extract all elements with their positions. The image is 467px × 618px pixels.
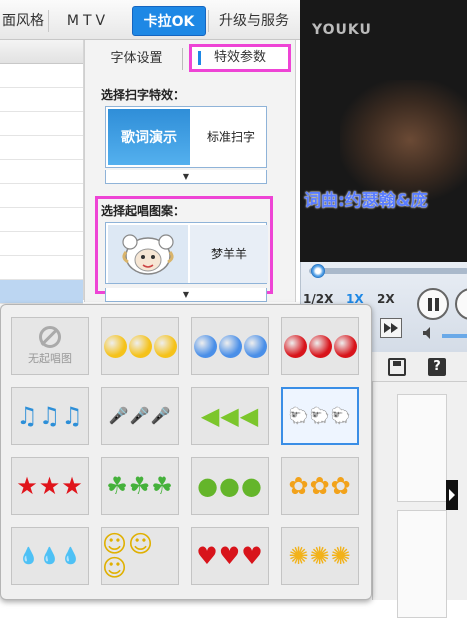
fast-forward-button[interactable] [380, 318, 402, 338]
video-preview: YOUKU 词曲:约瑟翰&庞 [300, 0, 467, 262]
pattern-option-green-apples[interactable]: ●●● [191, 457, 269, 515]
scroll-effect-select[interactable]: 歌词演示 标准扫字 [105, 106, 267, 168]
start-pattern-value: 梦羊羊 [190, 225, 268, 283]
blue-dots-icon [193, 334, 267, 358]
speed-2x-button[interactable]: 2X [377, 292, 395, 306]
no-symbol-icon [39, 326, 61, 348]
scroll-effect-title: 选择扫字特效： [101, 88, 186, 102]
side-tile[interactable] [397, 394, 447, 502]
pattern-option-smileys[interactable]: ☺☺☺ [101, 527, 179, 585]
lyric-line: 词曲:约瑟翰&庞 [304, 191, 428, 211]
tab-effect-params[interactable]: 特效参数 [189, 44, 291, 72]
start-pattern-title: 选择起唱图案： [101, 204, 186, 218]
pattern-none-label: 无起唱图 [28, 352, 72, 365]
pattern-option-suns[interactable]: ✺✺✺ [281, 527, 359, 585]
pattern-option-water-drops[interactable]: 💧💧💧 [11, 527, 89, 585]
water-drops-icon: 💧💧💧 [18, 546, 82, 565]
list-item[interactable] [0, 112, 83, 136]
list-item[interactable] [0, 136, 83, 160]
pattern-option-music-notes[interactable]: ♫♫♫ [11, 387, 89, 445]
tab-separator [48, 10, 49, 32]
start-pattern-popup: 无起唱图 ♫♫♫ 🎤🎤🎤 ◀◀◀ 🐑🐑🐑 ★★★ ☘☘☘ ●●● ✿✿✿ 💧💧💧 ☺☺☺ ♥♥♥ ✺✺✺ [0, 304, 372, 600]
tab-font-settings[interactable]: 字体设置 [91, 48, 183, 70]
chevron-down-icon[interactable]: ▼ [105, 170, 267, 184]
clovers-icon: ☘☘☘ [106, 472, 174, 500]
side-toolbar: ? [372, 352, 467, 382]
orange-flowers-icon: ✿✿✿ [288, 472, 352, 500]
seek-handle[interactable] [311, 264, 325, 278]
yellow-dots-icon [103, 334, 177, 358]
pattern-option-clovers[interactable]: ☘☘☘ [101, 457, 179, 515]
save-icon[interactable] [388, 358, 406, 376]
pattern-option-microphones[interactable]: 🎤🎤🎤 [101, 387, 179, 445]
red-stars-icon: ★★★ [16, 472, 84, 500]
pattern-option-red-hearts[interactable]: ♥♥♥ [191, 527, 269, 585]
pattern-option-none[interactable]: 无起唱图 [11, 317, 89, 375]
tab-separator [208, 10, 209, 32]
start-pattern-select[interactable]: 梦羊羊 [105, 222, 268, 284]
pattern-option-orange-flowers[interactable]: ✿✿✿ [281, 457, 359, 515]
sheep-icon [108, 225, 188, 283]
green-arrows-icon: ◀◀◀ [200, 402, 260, 430]
list-item[interactable] [0, 88, 83, 112]
list-item-selected[interactable] [0, 280, 83, 304]
sheep-heads-icon: 🐑🐑🐑 [288, 406, 352, 425]
pattern-option-blue-dots[interactable] [191, 317, 269, 375]
list-item[interactable] [0, 184, 83, 208]
left-list [0, 40, 84, 304]
suns-icon: ✺✺✺ [288, 542, 352, 570]
expand-arrow-icon[interactable] [446, 480, 458, 510]
video-frame [340, 80, 467, 200]
chevron-down-icon[interactable]: ▼ [105, 288, 267, 302]
tab-interface-style[interactable]: 面风格 [0, 6, 46, 36]
list-item[interactable] [0, 208, 83, 232]
tab-karaoke[interactable]: 卡拉OK [132, 6, 206, 36]
pause-button[interactable] [417, 288, 449, 320]
volume-icon[interactable] [422, 326, 436, 340]
scroll-effect-thumbnail: 歌词演示 [108, 109, 190, 165]
tab-mtv[interactable]: MTV [50, 6, 126, 36]
pattern-option-sheep-heads[interactable]: 🐑🐑🐑 [281, 387, 359, 445]
green-apples-icon: ●●● [197, 472, 263, 500]
scroll-effect-value: 标准扫字 [206, 130, 255, 144]
list-item[interactable] [0, 64, 83, 88]
volume-slider[interactable] [442, 334, 467, 338]
list-header [0, 40, 83, 64]
side-tile[interactable] [397, 510, 447, 618]
pattern-option-red-dots[interactable] [281, 317, 359, 375]
red-hearts-icon: ♥♥♥ [196, 542, 264, 570]
pattern-option-red-stars[interactable]: ★★★ [11, 457, 89, 515]
top-tab-bar: 面风格 MTV 卡拉OK 升级与服务 [0, 0, 300, 40]
list-item[interactable] [0, 160, 83, 184]
list-item[interactable] [0, 256, 83, 280]
list-item[interactable] [0, 232, 83, 256]
smileys-icon: ☺☺☺ [102, 530, 155, 582]
red-dots-icon [283, 334, 357, 358]
youku-logo: YOUKU [312, 22, 372, 38]
music-notes-icon: ♫♫♫ [16, 402, 84, 430]
help-icon[interactable]: ? [428, 358, 446, 376]
pattern-option-green-arrows[interactable]: ◀◀◀ [191, 387, 269, 445]
seek-bar[interactable] [309, 268, 467, 274]
effect-settings-panel: 字体设置 特效参数 选择扫字特效： 歌词演示 标准扫字 ▼ 选择起唱图案： 梦羊… [84, 40, 296, 302]
next-button[interactable] [455, 288, 467, 320]
microphones-icon: 🎤🎤🎤 [108, 406, 172, 425]
tab-upgrade-service[interactable]: 升级与服务 [210, 6, 298, 36]
pattern-option-yellow-dots[interactable] [101, 317, 179, 375]
